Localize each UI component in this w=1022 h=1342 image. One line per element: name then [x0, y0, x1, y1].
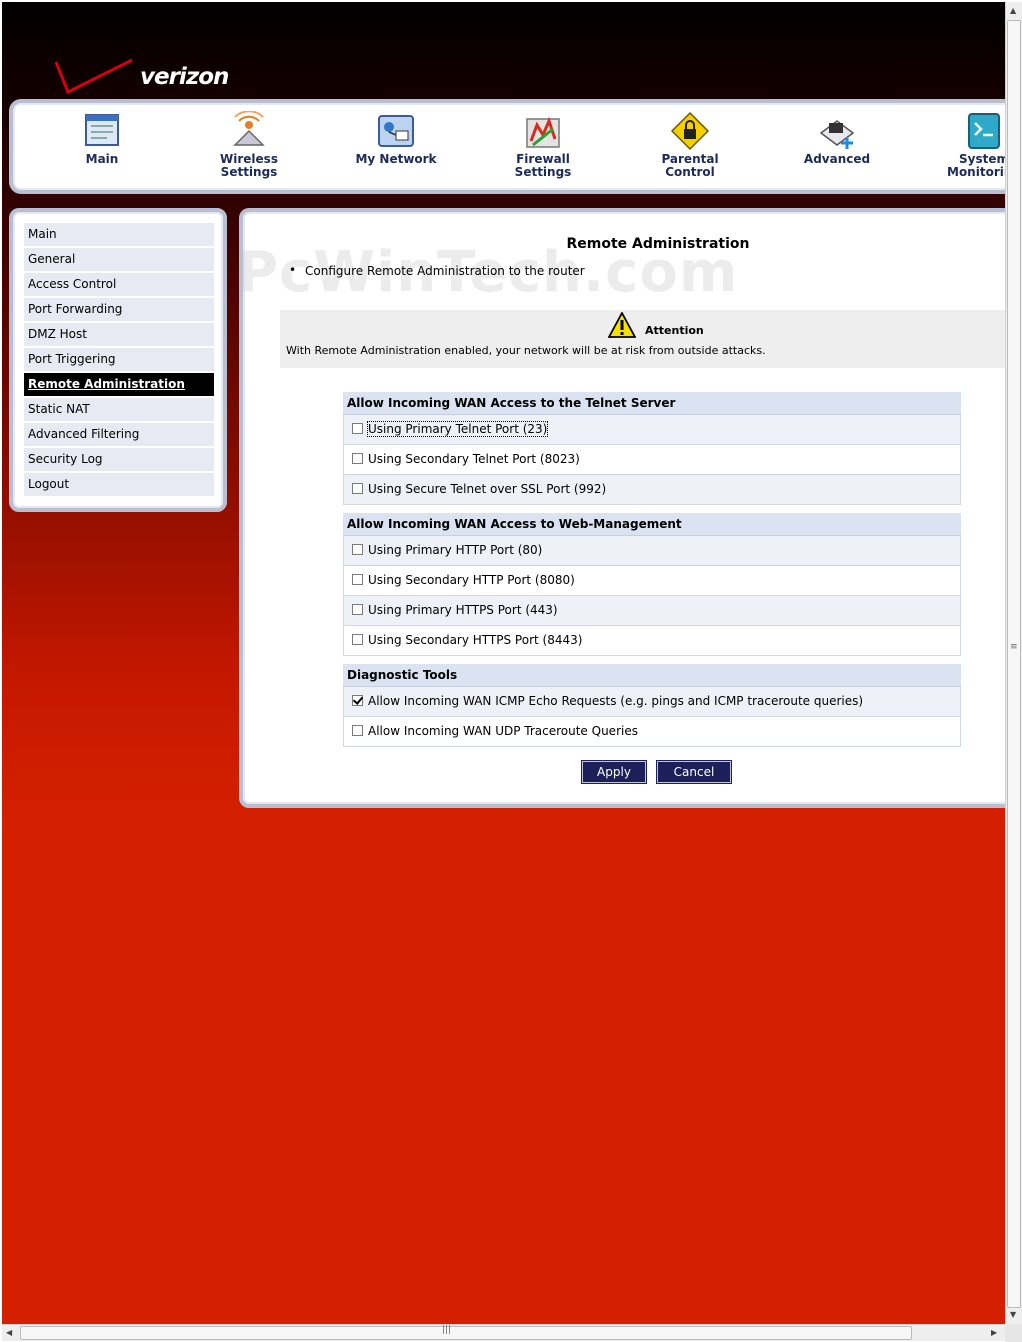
sidebar-item-port-forwarding[interactable]: Port Forwarding	[24, 298, 214, 321]
option-label[interactable]: Allow Incoming WAN UDP Traceroute Querie…	[368, 724, 638, 738]
nav-main[interactable]: Main	[47, 111, 157, 166]
option-row: Using Primary Telnet Port (23)	[343, 415, 961, 445]
grip-icon: |||	[442, 1325, 452, 1335]
nav-my-network[interactable]: My Network	[341, 111, 451, 166]
telnet-section: Allow Incoming WAN Access to the Telnet …	[343, 392, 961, 505]
section-header: Allow Incoming WAN Access to the Telnet …	[343, 392, 961, 415]
apply-button[interactable]: Apply	[582, 761, 646, 783]
scroll-left-icon[interactable]: ◀	[6, 1328, 12, 1337]
attention-title: Attention	[645, 324, 704, 337]
option-label[interactable]: Using Primary HTTP Port (80)	[368, 543, 542, 557]
nav-wireless-settings[interactable]: Wireless Settings	[194, 111, 304, 179]
option-row: Allow Incoming WAN UDP Traceroute Querie…	[343, 717, 961, 747]
advanced-icon	[819, 120, 855, 149]
sidebar-item-access-control[interactable]: Access Control	[24, 273, 214, 296]
vertical-scrollbar[interactable]: ▲ ≡ ▼	[1005, 2, 1022, 1324]
sidebar-item-dmz-host[interactable]: DMZ Host	[24, 323, 214, 346]
sidebar-item-main[interactable]: Main	[24, 223, 214, 246]
main-icon	[85, 114, 119, 146]
sidebar-item-port-triggering[interactable]: Port Triggering	[24, 348, 214, 371]
sidebar-item-security-log[interactable]: Security Log	[24, 448, 214, 471]
sidebar-item-remote-administration[interactable]: Remote Administration	[24, 373, 214, 396]
lock-icon	[670, 111, 710, 151]
option-row: Using Primary HTTP Port (80)	[343, 536, 961, 566]
option-row: Using Primary HTTPS Port (443)	[343, 596, 961, 626]
top-navigation: Main Wireless Settings My Network Firewa…	[9, 99, 1005, 194]
nav-network-label: My Network	[355, 152, 437, 166]
content-panel: PcWinTech.com Remote Administration Conf…	[237, 208, 1005, 808]
option-label[interactable]: Allow Incoming WAN ICMP Echo Requests (e…	[368, 694, 863, 708]
wireless-icon	[233, 111, 265, 146]
telnet-primary-checkbox[interactable]	[352, 423, 363, 434]
option-row: Using Secure Telnet over SSL Port (992)	[343, 475, 961, 505]
icmp-echo-checkbox[interactable]	[352, 695, 363, 706]
sidebar-item-static-nat[interactable]: Static NAT	[24, 398, 214, 421]
nav-advanced-label: Advanced	[803, 152, 871, 166]
grip-icon: ≡	[1010, 642, 1018, 652]
scroll-up-icon[interactable]: ▲	[1010, 6, 1016, 15]
intro-text: Configure Remote Administration to the r…	[289, 263, 585, 278]
nav-firewall-settings[interactable]: Firewall Settings	[488, 111, 598, 179]
option-row: Using Secondary HTTP Port (8080)	[343, 566, 961, 596]
nav-advanced[interactable]: Advanced	[782, 111, 892, 166]
logo-wordmark: verizon	[140, 64, 229, 90]
https-secondary-checkbox[interactable]	[352, 634, 363, 645]
section-header: Diagnostic Tools	[343, 664, 961, 687]
option-label[interactable]: Using Primary Telnet Port (23)	[366, 421, 549, 437]
nav-wireless-label: Wireless Settings	[220, 152, 278, 179]
warning-icon	[608, 312, 636, 338]
option-label[interactable]: Using Secondary HTTPS Port (8443)	[368, 633, 582, 647]
option-label[interactable]: Using Secondary Telnet Port (8023)	[368, 452, 580, 466]
udp-traceroute-checkbox[interactable]	[352, 725, 363, 736]
network-icon	[378, 115, 414, 147]
nav-parental-label: Parental Control	[661, 152, 719, 179]
sidebar-item-advanced-filtering[interactable]: Advanced Filtering	[24, 423, 214, 446]
https-primary-checkbox[interactable]	[352, 604, 363, 615]
scroll-right-icon[interactable]: ▶	[991, 1328, 997, 1337]
verizon-logo: verizon	[52, 52, 242, 98]
option-label[interactable]: Using Secondary HTTP Port (8080)	[368, 573, 575, 587]
attention-text: With Remote Administration enabled, your…	[286, 344, 766, 357]
nav-system-label: System Monitoring	[947, 152, 1005, 179]
monitor-icon	[968, 113, 1000, 149]
http-primary-checkbox[interactable]	[352, 544, 363, 555]
nav-system-monitoring[interactable]: System Monitoring	[929, 111, 1005, 179]
horizontal-scroll-thumb[interactable]	[20, 1326, 912, 1340]
nav-firewall-label: Firewall Settings	[514, 152, 572, 179]
telnet-secondary-checkbox[interactable]	[352, 453, 363, 464]
cancel-button[interactable]: Cancel	[657, 761, 731, 783]
browser-viewport: verizon Main Wireless Settings My Networ…	[2, 2, 1005, 1324]
firewall-icon	[526, 116, 560, 148]
vertical-scroll-thumb[interactable]	[1007, 20, 1021, 1308]
sidebar-item-logout[interactable]: Logout	[24, 473, 214, 496]
page-title: Remote Administration	[566, 236, 750, 252]
option-row: Allow Incoming WAN ICMP Echo Requests (e…	[343, 687, 961, 717]
verizon-check-icon	[54, 58, 133, 95]
scrollbar-corner	[1005, 1324, 1022, 1342]
nav-main-label: Main	[85, 152, 119, 166]
nav-parental-control[interactable]: Parental Control	[635, 111, 745, 179]
telnet-ssl-checkbox[interactable]	[352, 483, 363, 494]
option-label[interactable]: Using Primary HTTPS Port (443)	[368, 603, 558, 617]
option-row: Using Secondary Telnet Port (8023)	[343, 445, 961, 475]
sidebar-menu: Main General Access Control Port Forward…	[9, 208, 227, 512]
option-label[interactable]: Using Secure Telnet over SSL Port (992)	[368, 482, 606, 496]
http-secondary-checkbox[interactable]	[352, 574, 363, 585]
web-management-section: Allow Incoming WAN Access to Web-Managem…	[343, 513, 961, 656]
sidebar-item-general[interactable]: General	[24, 248, 214, 271]
diagnostic-tools-section: Diagnostic Tools Allow Incoming WAN ICMP…	[343, 664, 961, 747]
option-row: Using Secondary HTTPS Port (8443)	[343, 626, 961, 656]
section-header: Allow Incoming WAN Access to Web-Managem…	[343, 513, 961, 536]
horizontal-scrollbar[interactable]: ◀ ||| ▶	[2, 1324, 1005, 1341]
scroll-down-icon[interactable]: ▼	[1010, 1310, 1016, 1319]
attention-box: Attention With Remote Administration ena…	[280, 310, 1005, 368]
